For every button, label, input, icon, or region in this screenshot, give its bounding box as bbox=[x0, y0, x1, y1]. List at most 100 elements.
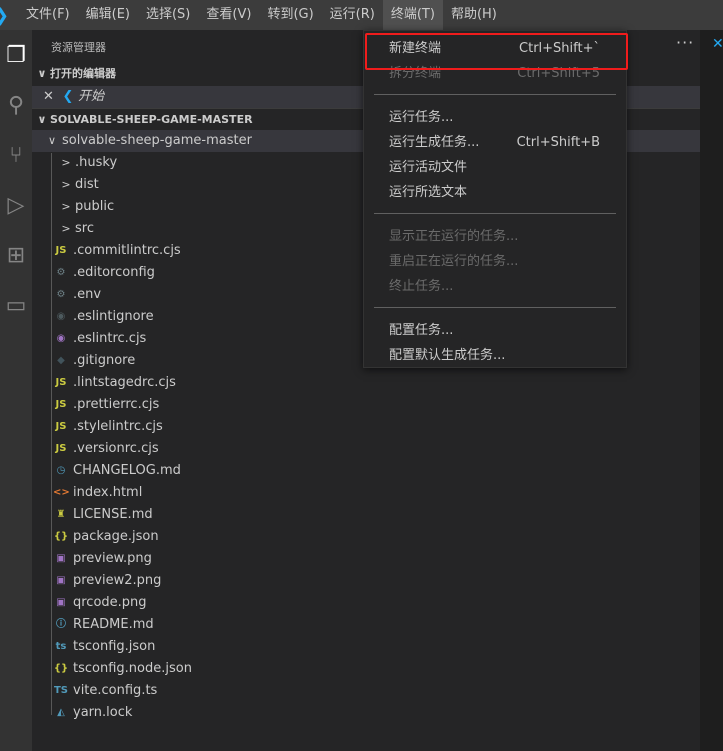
menu-item-label: 运行任务... bbox=[389, 110, 454, 125]
chevron-down-icon: ∨ bbox=[37, 113, 47, 126]
file-name: .env bbox=[73, 287, 102, 302]
file-name: vite.config.ts bbox=[73, 683, 158, 698]
close-icon[interactable]: ✕ bbox=[32, 86, 58, 108]
chevron-down-icon: ∨ bbox=[47, 134, 57, 147]
menu-3[interactable]: 查看(V) bbox=[198, 0, 259, 30]
menu-item[interactable]: 运行生成任务... Ctrl+Shift+B bbox=[364, 130, 626, 155]
json-icon: {} bbox=[53, 663, 69, 674]
folder-name: solvable-sheep-game-master bbox=[62, 133, 252, 148]
source-control-icon[interactable]: ⑂ bbox=[0, 130, 32, 180]
js-icon: JS bbox=[55, 421, 67, 432]
file-name: .prettierrc.cjs bbox=[73, 397, 160, 412]
js-icon: JS bbox=[55, 443, 67, 454]
menu-item-label: 配置默认生成任务... bbox=[389, 348, 506, 363]
editor-area bbox=[700, 30, 723, 751]
menu-4[interactable]: 转到(G) bbox=[259, 0, 321, 30]
editor-name: 开始 bbox=[78, 89, 105, 104]
eslint-icon: ◉ bbox=[56, 333, 66, 344]
file-item[interactable]: ▣ preview.png bbox=[32, 548, 700, 570]
file-item[interactable]: JS .stylelintrc.cjs bbox=[32, 416, 700, 438]
run-debug-icon[interactable]: ▷ bbox=[0, 180, 32, 230]
section-label: 打开的编辑器 bbox=[50, 67, 116, 80]
menu-6[interactable]: 终端(T) bbox=[382, 0, 443, 30]
menu-item: 终止任务... bbox=[364, 274, 626, 299]
menu-item[interactable]: 配置默认生成任务... bbox=[364, 343, 626, 368]
menu-item[interactable]: 运行所选文本 bbox=[364, 180, 626, 205]
file-item[interactable]: ts tsconfig.json bbox=[32, 636, 700, 658]
section-label: SOLVABLE-SHEEP-GAME-MASTER bbox=[50, 113, 253, 126]
file-name: preview.png bbox=[73, 551, 152, 566]
menu-item-label: 配置任务... bbox=[389, 323, 454, 338]
file-item[interactable]: {} package.json bbox=[32, 526, 700, 548]
menu-1[interactable]: 编辑(E) bbox=[78, 0, 138, 30]
menu-5[interactable]: 运行(R) bbox=[322, 0, 383, 30]
file-name: .commitlintrc.cjs bbox=[73, 243, 181, 258]
menu-item: 重启正在运行的任务... bbox=[364, 249, 626, 274]
sidebar-title: 资源管理器 bbox=[51, 41, 106, 54]
file-item[interactable]: TS vite.config.ts bbox=[32, 680, 700, 702]
menu-item-label: 终止任务... bbox=[389, 279, 454, 294]
image-icon: ▣ bbox=[56, 553, 66, 564]
chevron-right-icon: > bbox=[61, 222, 71, 235]
js-icon: JS bbox=[55, 245, 67, 256]
vscode-logo-icon: ❯ bbox=[0, 0, 18, 30]
menu-item[interactable]: 配置任务... bbox=[364, 318, 626, 343]
file-name: .gitignore bbox=[73, 353, 136, 368]
eslint-icon: ◉ bbox=[56, 311, 66, 322]
yarn-icon: ◭ bbox=[57, 707, 65, 718]
file-item[interactable]: ▣ qrcode.png bbox=[32, 592, 700, 614]
file-item[interactable]: ♜ LICENSE.md bbox=[32, 504, 700, 526]
menu-item[interactable]: 运行活动文件 bbox=[364, 155, 626, 180]
file-name: yarn.lock bbox=[73, 705, 133, 720]
file-item[interactable]: <> index.html bbox=[32, 482, 700, 504]
image-icon: ▣ bbox=[56, 597, 66, 608]
extensions-icon[interactable]: ⊞ bbox=[0, 230, 32, 280]
vscode-tab-icon[interactable]: ✕ bbox=[712, 36, 723, 52]
html-icon: <> bbox=[53, 487, 70, 498]
ts-icon: TS bbox=[53, 685, 69, 696]
menu-item-label: 显示正在运行的任务... bbox=[389, 229, 519, 244]
gear-icon: ⚙ bbox=[56, 267, 66, 278]
menu-7[interactable]: 帮助(H) bbox=[443, 0, 505, 30]
file-item[interactable]: {} tsconfig.node.json bbox=[32, 658, 700, 680]
js-icon: JS bbox=[55, 377, 67, 388]
terminal-menu: 新建终端 Ctrl+Shift+` 拆分终端 Ctrl+Shift+5 运行任务... 运… bbox=[363, 30, 627, 368]
file-name: .eslintignore bbox=[73, 309, 154, 324]
search-icon[interactable]: ⚲ bbox=[0, 80, 32, 130]
menu-item-label: 运行所选文本 bbox=[389, 185, 468, 200]
tsconfig-icon: ts bbox=[55, 641, 67, 652]
file-name: README.md bbox=[73, 617, 154, 632]
more-actions-button[interactable]: ··· bbox=[676, 33, 694, 52]
menu-0[interactable]: 文件(F) bbox=[18, 0, 78, 30]
file-item[interactable]: ◭ yarn.lock bbox=[32, 702, 700, 724]
gear-icon: ⚙ bbox=[56, 289, 66, 300]
menu-bar: ❯ 文件(F)编辑(E)选择(S)查看(V)转到(G)运行(R)终端(T)帮助(… bbox=[0, 0, 723, 30]
menu-item[interactable]: 运行任务... bbox=[364, 105, 626, 130]
menu-item-label: 重启正在运行的任务... bbox=[389, 254, 519, 269]
folder-name: .husky bbox=[75, 155, 118, 170]
file-item[interactable]: ⓘ README.md bbox=[32, 614, 700, 636]
file-item[interactable]: JS .versionrc.cjs bbox=[32, 438, 700, 460]
chevron-right-icon: > bbox=[61, 200, 71, 213]
file-name: LICENSE.md bbox=[73, 507, 153, 522]
menu-2[interactable]: 选择(S) bbox=[138, 0, 198, 30]
file-item[interactable]: ▣ preview2.png bbox=[32, 570, 700, 592]
chevron-right-icon: > bbox=[61, 178, 71, 191]
license-icon: ♜ bbox=[56, 509, 66, 520]
git-icon: ◆ bbox=[57, 355, 65, 366]
activity-bar: ❐ ⚲ ⑂ ▷ ⊞ ▭ bbox=[0, 30, 32, 751]
file-item[interactable]: ◷ CHANGELOG.md bbox=[32, 460, 700, 482]
file-name: .eslintrc.cjs bbox=[73, 331, 147, 346]
file-name: index.html bbox=[73, 485, 143, 500]
folder-name: dist bbox=[75, 177, 99, 192]
remote-explorer-icon[interactable]: ▭ bbox=[0, 280, 32, 330]
menu-separator bbox=[374, 94, 616, 95]
file-item[interactable]: JS .lintstagedrc.cjs bbox=[32, 372, 700, 394]
file-item[interactable]: JS .prettierrc.cjs bbox=[32, 394, 700, 416]
explorer-icon[interactable]: ❐ bbox=[0, 30, 32, 80]
file-name: package.json bbox=[73, 529, 159, 544]
file-name: CHANGELOG.md bbox=[73, 463, 181, 478]
image-icon: ▣ bbox=[56, 575, 66, 586]
chevron-right-icon: > bbox=[61, 156, 71, 169]
json-icon: {} bbox=[53, 531, 69, 542]
